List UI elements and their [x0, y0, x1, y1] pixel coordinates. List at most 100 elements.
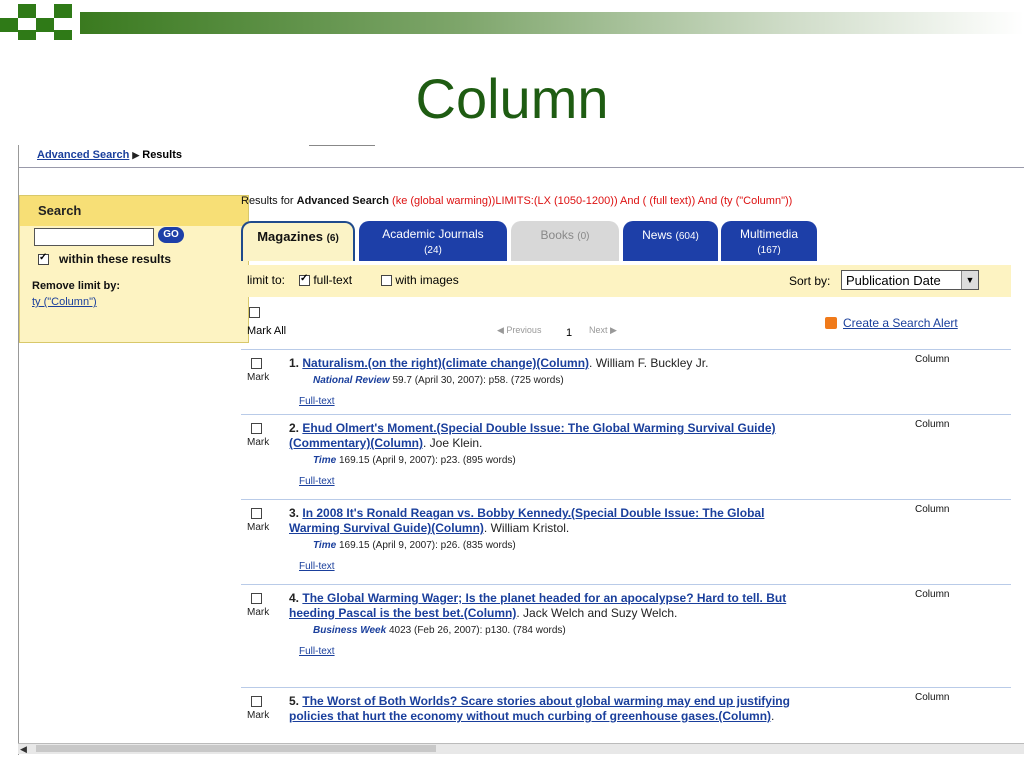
tab-label: Multimedia — [739, 227, 799, 241]
create-search-alert-link[interactable]: Create a Search Alert — [843, 316, 958, 330]
result-source: National Review 59.7 (April 30, 2007): p… — [313, 373, 809, 388]
results-summary: Results for Advanced Search (ke (global … — [241, 195, 792, 207]
within-results-label: within these results — [59, 252, 172, 266]
result-mark-checkbox[interactable] — [251, 696, 262, 707]
breadcrumb-arrow-icon: ▶ — [132, 150, 140, 160]
result-body: 5. The Worst of Both Worlds? Scare stori… — [289, 694, 809, 724]
full-text-checkbox[interactable] — [299, 273, 310, 287]
result-row: Mark 4. The Global Warming Wager; Is the… — [241, 585, 1011, 688]
slide-logo-checker — [0, 0, 80, 44]
result-citation: 169.15 (April 9, 2007): p26. (835 words) — [336, 540, 516, 551]
sort-select-value: Publication Date — [846, 273, 941, 288]
result-number: 4. — [289, 591, 300, 605]
result-publication: Time — [313, 540, 337, 551]
result-body: 1. Naturalism.(on the right)(climate cha… — [289, 356, 809, 409]
result-title-link[interactable]: Ehud Olmert's Moment.(Special Double Iss… — [289, 421, 776, 450]
full-text-label: full-text — [313, 273, 353, 287]
result-author: . Jack Welch and Suzy Welch. — [516, 606, 678, 620]
with-images-label: with images — [395, 273, 459, 287]
tab-label: Books — [540, 228, 574, 242]
full-text-link[interactable]: Full-text — [299, 474, 335, 489]
tab-news[interactable]: News (604) — [623, 221, 718, 261]
limit-bar: limit to: full-text with images Sort by:… — [241, 265, 1011, 297]
result-author: . — [771, 709, 775, 723]
result-mark-checkbox[interactable] — [251, 423, 262, 434]
full-text-option[interactable]: full-text — [299, 273, 352, 287]
result-body: 2. Ehud Olmert's Moment.(Special Double … — [289, 421, 809, 489]
result-row: Mark 1. Naturalism.(on the right)(climat… — [241, 350, 1011, 415]
within-results-option[interactable]: within these results — [38, 252, 171, 266]
previous-page-link[interactable]: ◀ Previous — [497, 325, 541, 336]
full-text-link[interactable]: Full-text — [299, 559, 335, 574]
result-mark-checkbox[interactable] — [251, 593, 262, 604]
slide-header-bar — [80, 12, 1024, 34]
result-type: Column — [915, 504, 950, 515]
result-mark-checkbox[interactable] — [251, 508, 262, 519]
result-type: Column — [915, 692, 950, 703]
result-title-link[interactable]: Naturalism.(on the right)(climate change… — [302, 356, 589, 370]
horizontal-scrollbar[interactable]: ◀ — [18, 743, 1024, 754]
tab-count: (604) — [675, 231, 699, 242]
tab-count: (6) — [326, 233, 339, 244]
next-page-link[interactable]: Next ▶ — [589, 325, 617, 336]
tab-multimedia[interactable]: Multimedia (167) — [721, 221, 817, 261]
result-source: Time 169.15 (April 9, 2007): p26. (835 w… — [313, 538, 809, 553]
browser-screenshot: Advanced Search▶Results Search GO within… — [18, 145, 1024, 755]
results-query: (ke (global warming))LIMITS:(LX (1050-12… — [388, 195, 793, 207]
breadcrumb-advanced-search-link[interactable]: Advanced Search — [37, 149, 129, 161]
result-author: . William Kristol. — [483, 521, 570, 535]
result-author: . William F. Buckley Jr. — [589, 356, 709, 370]
scrollbar-thumb[interactable] — [36, 745, 436, 752]
tab-count: (167) — [757, 245, 781, 256]
tab-label: Magazines — [257, 229, 323, 244]
breadcrumb: Advanced Search ▶ Results — [19, 149, 1024, 168]
result-author: . Joe Klein. — [423, 436, 483, 450]
tab-magazines[interactable]: Magazines (6) — [241, 221, 355, 261]
within-results-checkbox[interactable] — [38, 252, 49, 266]
with-images-checkbox[interactable] — [381, 275, 392, 287]
results-search-type: Advanced Search — [296, 195, 389, 207]
slide-title: Column — [415, 67, 609, 130]
tab-label: Academic Journals — [382, 227, 484, 241]
result-publication: Time — [313, 455, 337, 466]
full-text-link[interactable]: Full-text — [299, 644, 335, 659]
search-input[interactable] — [34, 228, 154, 246]
result-citation: 169.15 (April 9, 2007): p23. (895 words) — [336, 455, 516, 466]
tab-academic-journals[interactable]: Academic Journals (24) — [359, 221, 507, 261]
mark-all-checkbox[interactable] — [249, 307, 260, 318]
current-page: 1 — [566, 327, 573, 339]
scroll-left-icon[interactable]: ◀ — [20, 744, 27, 755]
results-prefix: Results for — [241, 195, 297, 207]
result-citation: 59.7 (April 30, 2007): p58. (725 words) — [389, 375, 564, 386]
full-text-link[interactable]: Full-text — [299, 394, 335, 409]
with-images-option[interactable]: with images — [381, 273, 459, 287]
result-row: Mark 3. In 2008 It's Ronald Reagan vs. B… — [241, 500, 1011, 585]
result-row: Mark 2. Ehud Olmert's Moment.(Special Do… — [241, 415, 1011, 500]
result-source: Time 169.15 (April 9, 2007): p23. (895 w… — [313, 453, 809, 468]
remove-limit-label: Remove limit by: — [32, 280, 121, 292]
result-mark-label: Mark — [247, 710, 270, 721]
rss-icon[interactable] — [825, 317, 837, 329]
tab-label: News — [642, 228, 673, 242]
sort-select[interactable]: Publication Date ▼ — [841, 270, 979, 290]
tab-count: (0) — [577, 231, 590, 242]
remove-limit-link[interactable]: ty ("Column") — [32, 296, 97, 308]
result-row: Mark 5. The Worst of Both Worlds? Scare … — [241, 688, 1011, 748]
result-mark-checkbox[interactable] — [251, 358, 262, 369]
result-body: 3. In 2008 It's Ronald Reagan vs. Bobby … — [289, 506, 809, 574]
go-button[interactable]: GO — [158, 227, 184, 243]
result-citation: 4023 (Feb 26, 2007): p130. (784 words) — [386, 625, 566, 636]
result-type: Column — [915, 419, 950, 430]
tab-books[interactable]: Books (0) — [511, 221, 619, 261]
result-number: 3. — [289, 506, 300, 520]
limit-label: limit to: — [247, 273, 286, 287]
result-publication: Business Week — [313, 625, 387, 636]
result-number: 5. — [289, 694, 300, 708]
result-mark-label: Mark — [247, 522, 270, 533]
result-mark-label: Mark — [247, 372, 270, 383]
result-body: 4. The Global Warming Wager; Is the plan… — [289, 591, 809, 659]
dropdown-arrow-icon: ▼ — [961, 271, 978, 289]
content-type-tabs: Magazines (6) Academic Journals (24) Book… — [241, 221, 1001, 261]
result-title-link[interactable]: The Worst of Both Worlds? Scare stories … — [289, 694, 790, 723]
search-sidebar: Search GO within these results Remove li… — [19, 195, 249, 343]
